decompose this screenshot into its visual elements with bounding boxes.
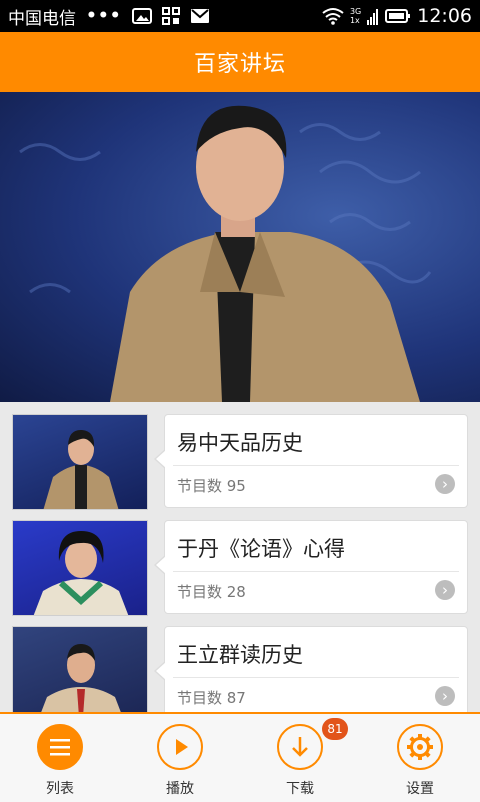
page-title: 百家讲坛 xyxy=(193,52,286,77)
nav-settings[interactable]: 设置 xyxy=(360,714,480,802)
signal-icon xyxy=(367,9,379,25)
presenter-image xyxy=(41,643,121,712)
download-icon[interactable] xyxy=(277,724,323,770)
lecture-thumbnail[interactable] xyxy=(12,626,148,712)
gear-icon[interactable] xyxy=(397,724,443,770)
bottom-nav: 列表 播放 81 下载 设置 xyxy=(0,712,480,802)
presenter-image xyxy=(43,429,119,509)
hero-banner[interactable] xyxy=(0,92,480,402)
presenter-image xyxy=(33,531,129,615)
divider xyxy=(173,465,459,466)
list-item[interactable]: 于丹《论语》心得 节目数 28 › xyxy=(12,520,468,616)
app-grid-icon xyxy=(161,7,180,25)
title-bar: 百家讲坛 xyxy=(0,32,480,92)
lecture-list: 易中天品历史 节目数 95 › 于丹《论语》心得 节目数 28 › 王立群读历史… xyxy=(0,402,480,712)
episode-count: 节目数 28 xyxy=(177,583,246,601)
network-1x-label: 1x xyxy=(349,16,360,25)
nav-label: 列表 xyxy=(46,781,74,797)
download-count-badge: 81 xyxy=(322,718,348,740)
chevron-right-icon[interactable]: › xyxy=(435,474,455,494)
play-icon[interactable] xyxy=(157,724,203,770)
nav-play[interactable]: 播放 xyxy=(120,714,240,802)
network-type: 3G 1x xyxy=(350,7,361,25)
divider xyxy=(173,571,459,572)
list-item[interactable]: 易中天品历史 节目数 95 › xyxy=(12,414,468,510)
lecture-title: 于丹《论语》心得 xyxy=(177,537,345,561)
battery-icon xyxy=(385,9,411,23)
chevron-right-icon[interactable]: › xyxy=(435,686,455,706)
lecture-title: 王立群读历史 xyxy=(177,643,303,667)
clock: 12:06 xyxy=(417,5,472,27)
download-glyph xyxy=(292,737,308,757)
status-bar: 中国电信 ••• 3G 1x 12:06 xyxy=(0,0,480,32)
gear-glyph xyxy=(407,734,433,760)
list-glyph xyxy=(50,739,70,756)
wifi-icon xyxy=(322,8,344,25)
lecture-title: 易中天品历史 xyxy=(177,431,303,455)
nav-label: 播放 xyxy=(166,781,194,797)
nav-label: 下载 xyxy=(286,781,314,797)
nav-label: 设置 xyxy=(406,781,434,797)
nav-download[interactable]: 81 下载 xyxy=(240,714,360,802)
lecture-card[interactable]: 于丹《论语》心得 节目数 28 › xyxy=(154,520,468,614)
divider xyxy=(173,677,459,678)
network-3g-label: 3G xyxy=(349,7,362,16)
chevron-right-icon[interactable]: › xyxy=(435,580,455,600)
carrier-label: 中国电信 xyxy=(8,8,76,29)
more-dots: ••• xyxy=(86,6,122,26)
mail-icon xyxy=(190,9,209,23)
lecture-card[interactable]: 易中天品历史 节目数 95 › xyxy=(154,414,468,508)
episode-count: 节目数 87 xyxy=(177,689,246,707)
presenter-image xyxy=(19,105,432,402)
nav-list[interactable]: 列表 xyxy=(0,714,120,802)
play-glyph xyxy=(176,739,188,755)
lecture-thumbnail[interactable] xyxy=(12,520,148,616)
list-item[interactable]: 王立群读历史 节目数 87 › xyxy=(12,626,468,712)
image-icon xyxy=(131,8,152,24)
episode-count: 节目数 95 xyxy=(177,477,246,495)
lecture-thumbnail[interactable] xyxy=(12,414,148,510)
list-icon[interactable] xyxy=(37,724,83,770)
lecture-card[interactable]: 王立群读历史 节目数 87 › xyxy=(154,626,468,712)
